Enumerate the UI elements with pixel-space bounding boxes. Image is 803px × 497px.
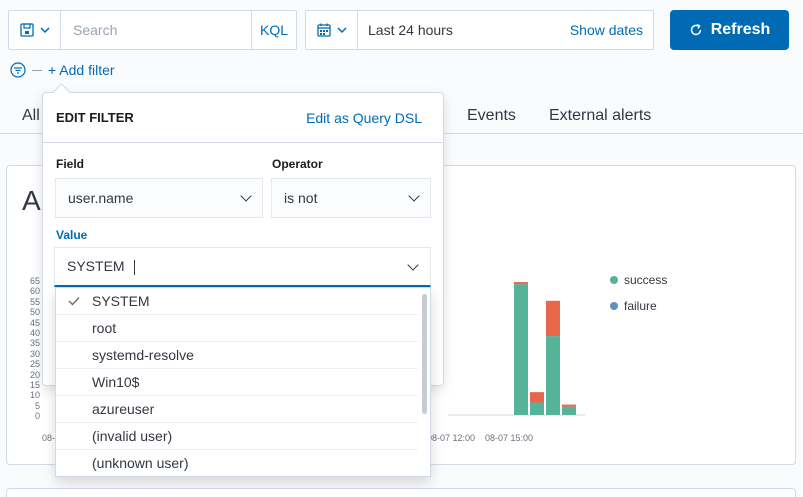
- save-icon: [19, 23, 34, 37]
- legend-label: success: [624, 273, 668, 287]
- value-option[interactable]: (unknown user): [56, 450, 418, 476]
- y-tick-label: 55: [29, 296, 40, 307]
- bar-failure[interactable]: [530, 392, 544, 403]
- scrollbar[interactable]: [422, 294, 427, 414]
- secondary-panel: [6, 488, 796, 497]
- y-tick-label: 25: [29, 359, 40, 370]
- query-language-button[interactable]: KQL: [251, 11, 296, 49]
- y-tick-label: 60: [29, 286, 40, 297]
- value-option[interactable]: Win10$: [56, 369, 418, 396]
- value-input-text: SYSTEM: [67, 258, 125, 275]
- quick-select-button[interactable]: [306, 11, 358, 49]
- chevron-down-icon: [336, 27, 347, 34]
- text-cursor: [133, 259, 135, 275]
- query-bar: Search KQL: [8, 10, 297, 50]
- calendar-icon: [316, 23, 331, 37]
- bar-failure[interactable]: [546, 300, 560, 337]
- value-option-label: systemd-resolve: [92, 347, 194, 363]
- value-option[interactable]: azureuser: [56, 396, 418, 423]
- y-tick-label: 35: [29, 338, 40, 349]
- legend-dot: [610, 276, 618, 284]
- bar-failure[interactable]: [514, 282, 528, 285]
- value-combobox[interactable]: SYSTEM: [54, 247, 431, 287]
- edit-as-query-dsl-button[interactable]: Edit as Query DSL: [306, 110, 422, 126]
- check-icon: [56, 296, 92, 306]
- value-option-label: Win10$: [92, 374, 140, 390]
- filter-bar: + Add filter: [10, 60, 115, 80]
- legend-item-failure[interactable]: failure: [610, 299, 657, 313]
- y-tick-label: 5: [34, 400, 40, 411]
- chevron-down-icon: [39, 27, 50, 34]
- divider: [32, 69, 42, 71]
- popover-header: EDIT FILTER Edit as Query DSL: [43, 93, 443, 143]
- value-option[interactable]: systemd-resolve: [56, 342, 418, 369]
- filter-menu-icon[interactable]: [10, 62, 26, 78]
- add-filter-button[interactable]: + Add filter: [48, 62, 115, 78]
- x-tick-label: 08-07 15:00: [485, 433, 534, 443]
- operator-label: Operator: [272, 157, 323, 171]
- refresh-icon: [690, 23, 701, 36]
- value-options-list: (unknown user) (invalid user) azureuser Win…: [55, 287, 431, 477]
- date-range-text[interactable]: Last 24 hours: [358, 22, 570, 38]
- y-tick-label: 45: [29, 317, 40, 328]
- field-select[interactable]: user.name: [55, 178, 263, 218]
- legend-dot: [610, 302, 618, 310]
- y-tick-label: 20: [29, 369, 40, 380]
- y-tick-label: 15: [29, 380, 40, 390]
- value-option-label: (invalid user): [92, 428, 173, 444]
- saved-query-button[interactable]: [9, 11, 61, 49]
- search-input[interactable]: Search: [61, 22, 251, 38]
- panel-title: A: [22, 185, 41, 216]
- chevron-down-icon: [240, 190, 252, 202]
- histogram-chart: [448, 282, 585, 416]
- date-picker: Last 24 hours Show dates: [305, 10, 654, 50]
- chevron-down-icon: [408, 190, 420, 202]
- tab-events[interactable]: Events: [467, 107, 516, 125]
- legend-item-success[interactable]: success: [610, 273, 667, 287]
- legend-label: failure: [624, 299, 657, 313]
- value-option-label: azureuser: [92, 401, 155, 417]
- tab-external-alerts[interactable]: External alerts: [549, 107, 651, 125]
- bar-success[interactable]: [530, 402, 544, 415]
- field-label: Field: [56, 157, 85, 171]
- y-tick-label: 30: [29, 348, 40, 359]
- value-option-label: (unknown user): [92, 455, 189, 471]
- y-tick-label: 40: [29, 328, 40, 338]
- y-tick-label: 65: [29, 276, 40, 286]
- y-tick-label: 10: [29, 390, 40, 401]
- y-tick-label: 0: [34, 411, 40, 422]
- show-dates-button[interactable]: Show dates: [570, 22, 653, 38]
- y-tick-label: 50: [29, 307, 40, 318]
- x-tick-label: 08-07 12:00: [427, 433, 476, 443]
- field-select-value: user.name: [68, 190, 134, 206]
- bar-success[interactable]: [562, 406, 576, 415]
- value-option[interactable]: SYSTEM: [56, 288, 418, 315]
- popover-title: EDIT FILTER: [56, 110, 134, 125]
- bar-success[interactable]: [546, 336, 560, 415]
- chevron-down-icon: [407, 258, 419, 271]
- value-option[interactable]: root: [56, 315, 418, 342]
- value-option[interactable]: (invalid user): [56, 423, 418, 450]
- value-option-label: root: [92, 320, 117, 336]
- value-option-label: SYSTEM: [92, 293, 150, 309]
- bar-failure[interactable]: [562, 404, 576, 407]
- refresh-button[interactable]: Refresh: [670, 10, 789, 50]
- x-tick-label: 08-: [42, 433, 56, 443]
- operator-select[interactable]: is not: [271, 178, 431, 218]
- tab-all[interactable]: All: [22, 107, 40, 125]
- value-label: Value: [56, 228, 88, 242]
- refresh-label: Refresh: [710, 21, 771, 38]
- bar-success[interactable]: [514, 284, 528, 415]
- operator-select-value: is not: [284, 190, 318, 206]
